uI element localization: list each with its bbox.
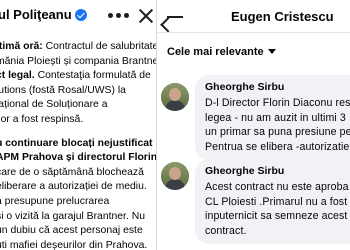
page-name[interactable]: ul Poliţeanu [0, 7, 87, 22]
panel-title: Eugen Cristescu [231, 9, 334, 24]
post-line: ltimă oră: Contractul de salubritate [0, 41, 156, 52]
verified-badge-icon [74, 9, 87, 21]
post-panel: ul Poliţeanu ltimă oră: Contractul de sa… [0, 0, 156, 250]
comment-text: Acest contract nu este aproba CL Ploiest… [205, 180, 350, 238]
close-icon[interactable] [138, 8, 154, 24]
post-paragraph: u continuare blocați nejustificat și APM … [0, 137, 156, 250]
post-line: ilor a fost respinsă. [0, 113, 84, 125]
comment-line: inputernicit sa semneze acest [205, 210, 348, 222]
comment-line: contract. [205, 224, 247, 237]
header-divider [157, 32, 350, 33]
comment-line: un primar sa puna presiune pe [205, 126, 350, 138]
post-line: care de o săptămână blochează [0, 166, 144, 178]
comment-author[interactable]: Gheorghe Sirbu [205, 81, 350, 93]
comment-bubble: Gheorghe Sirbu D-l Director Florin Diaco… [195, 75, 350, 160]
comment-text: D-l Director Florin Diaconu resp legea -… [205, 96, 350, 154]
comments-panel: Eugen Cristescu Cele mai relevante Gheor… [157, 0, 350, 250]
comment-line: legea - nu am auzit in ultimi 3 [205, 111, 346, 124]
post-line: ct legal. Contestaţia formulată de [0, 70, 151, 82]
post-line: u continuare blocați nejustificat și [0, 137, 156, 149]
sort-label: Cele mai relevante [167, 46, 264, 58]
post-line: APM Prahova și directorul Florin [0, 152, 156, 164]
comment-line: D-l Director Florin Diaconu resp [205, 97, 350, 109]
page-name-label[interactable]: ul Poliţeanu [0, 7, 72, 22]
comment-line: Acest contract nu este aproba [205, 181, 349, 193]
post-line: a presupune prelucrarea [0, 195, 110, 207]
post-header: ul Poliţeanu [0, 0, 156, 36]
avatar[interactable] [161, 162, 189, 190]
post-line: lațional de Soluționare a [0, 99, 108, 111]
post-text: ltimă oră: Contractul de salubritate măni… [0, 40, 156, 250]
post-line: uti mafiei deșeurilor din Prahova. [0, 239, 148, 250]
post-line: lutions (fostă Rosal/UWS) la [0, 84, 126, 96]
post-paragraph: ltimă oră: Contractul de salubritate măni… [0, 40, 156, 128]
comment-author[interactable]: Gheorghe Sirbu [205, 165, 350, 177]
post-line: eliberare a autorizației de mediu. [0, 181, 147, 193]
caret-down-icon [267, 49, 276, 54]
back-arrow-icon[interactable] [160, 8, 185, 33]
avatar[interactable] [161, 83, 189, 111]
sort-dropdown[interactable]: Cele mai relevante [167, 46, 276, 58]
comment-line: Pentrua se elibera -autorizatie ! [205, 140, 350, 153]
comment-line: CL Ploiesti .Primarul nu a fost [205, 195, 348, 208]
comment-bubble: Gheorghe Sirbu Acest contract nu este ap… [195, 159, 350, 244]
post-line: și o vizită la garajul Brantner. Nu [0, 210, 146, 222]
post-line: un dubiu că acest personaj este [0, 225, 143, 237]
post-line: mănia Ploiești și compania Brantner [0, 55, 156, 67]
more-options-icon[interactable] [108, 13, 132, 19]
